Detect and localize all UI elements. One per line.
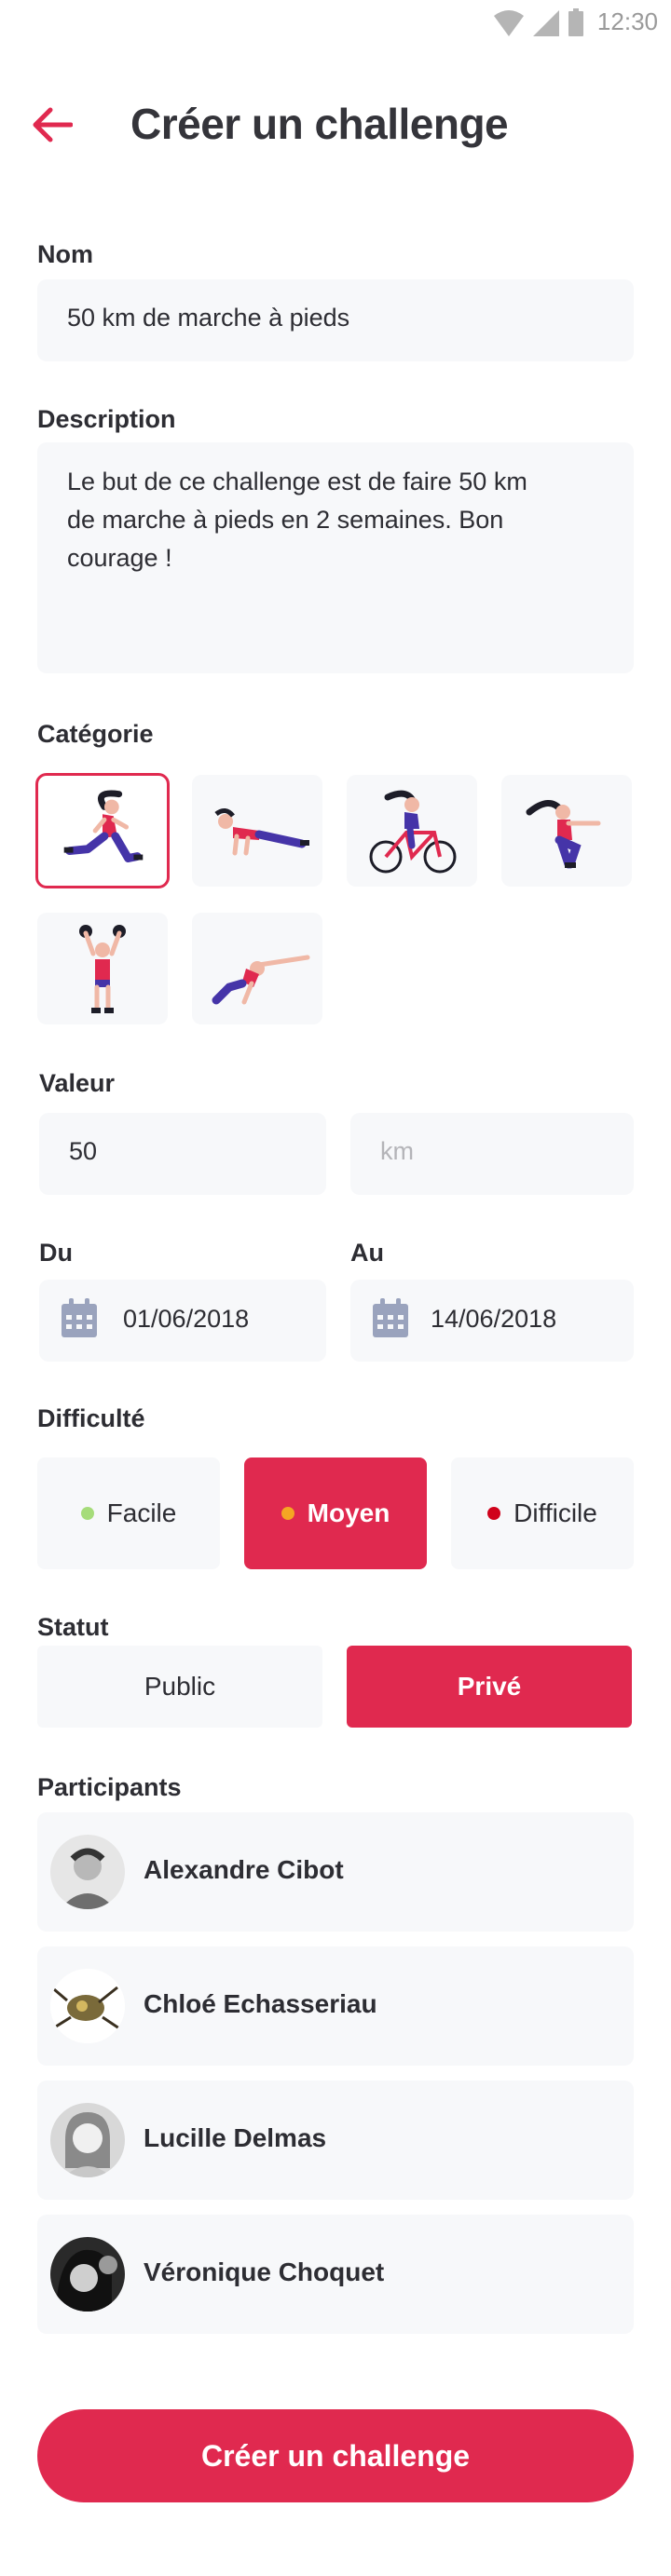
category-pushup[interactable] [192,775,322,887]
medium-dot-icon [281,1507,294,1520]
calendar-icon [373,1298,408,1337]
participant-name: Alexandre Cibot [144,1855,344,1884]
page-title: Créer un challenge [130,100,509,148]
participant-item[interactable]: Lucille Delmas [37,2081,634,2200]
avatar [50,2237,125,2312]
hard-dot-icon [487,1507,501,1520]
participant-name: Lucille Delmas [144,2123,327,2152]
from-label: Du [39,1239,73,1267]
status-time: 12:30 [596,7,658,35]
participant-name: Chloé Echasseriau [144,1989,377,2018]
easy-dot-icon [80,1507,94,1520]
category-squat[interactable] [501,775,632,887]
battery-icon [568,8,583,36]
participant-item[interactable]: Alexandre Cibot [37,1812,634,1932]
difficulty-medium-label: Moyen [307,1498,390,1527]
wifi-icon [494,10,524,36]
value-text: 50 [69,1137,98,1165]
create-challenge-button[interactable]: Créer un challenge [37,2409,634,2502]
avatar [50,1969,125,2043]
description-line: Le but de ce challenge est de faire 50 k… [67,468,527,495]
participants-label: Participants [37,1773,182,1801]
unit-input[interactable]: km [350,1113,634,1195]
name-value: 50 km de marche à pieds [67,304,350,332]
running-icon [63,790,144,862]
to-date-value: 14/06/2018 [431,1305,557,1333]
description-text: Le but de ce challenge est de faire 50 k… [67,463,527,577]
participant-name: Véronique Choquet [144,2257,385,2286]
description-line: courage ! [67,544,172,572]
difficulty-easy-button[interactable]: Facile [37,1457,220,1569]
status-private-button[interactable]: Privé [347,1646,632,1728]
status-bar: 12:30 [0,0,671,47]
description-line: de marche à pieds en 2 semaines. Bon [67,506,504,534]
from-date-input[interactable]: 01/06/2018 [39,1280,326,1362]
arrow-left-icon [33,107,74,142]
category-weightlifting[interactable] [37,913,168,1024]
value-label: Valeur [39,1069,116,1097]
participant-item[interactable]: Chloé Echasseriau [37,1946,634,2066]
avatar [50,1835,125,1909]
difficulty-label: Difficulté [37,1404,145,1432]
value-input[interactable]: 50 [39,1113,326,1195]
difficulty-hard-label: Difficile [514,1498,597,1527]
avatar [50,2103,125,2177]
from-date-value: 01/06/2018 [123,1305,250,1333]
unit-placeholder: km [380,1137,414,1165]
category-plank[interactable] [192,913,322,1024]
status-public-label: Public [144,1672,216,1701]
category-running[interactable] [35,773,170,888]
status-public-button[interactable]: Public [37,1646,322,1728]
difficulty-easy-label: Facile [106,1498,177,1527]
plank-icon [212,955,310,1005]
to-label: Au [350,1239,384,1267]
header: Créer un challenge [0,93,671,158]
description-label: Description [37,405,176,433]
difficulty-hard-button[interactable]: Difficile [451,1457,634,1569]
weightlifting-icon [79,925,126,1013]
pushup-icon [214,808,309,856]
to-date-input[interactable]: 14/06/2018 [350,1280,634,1362]
status-private-label: Privé [457,1672,522,1701]
status-label: Statut [37,1613,109,1641]
category-label: Catégorie [37,720,154,748]
description-textarea[interactable]: Le but de ce challenge est de faire 50 k… [37,442,634,673]
create-challenge-label: Créer un challenge [200,2438,471,2473]
cycling-icon [369,790,457,874]
signal-icon [533,10,559,36]
name-label: Nom [37,240,93,268]
status-icons [494,8,583,36]
name-input[interactable]: 50 km de marche à pieds [37,279,634,361]
category-cycling[interactable] [347,775,477,887]
participant-item[interactable]: Véronique Choquet [37,2215,634,2334]
difficulty-medium-button[interactable]: Moyen [244,1457,427,1569]
back-button[interactable] [32,106,74,143]
calendar-icon [62,1298,97,1337]
squat-icon [526,800,601,869]
